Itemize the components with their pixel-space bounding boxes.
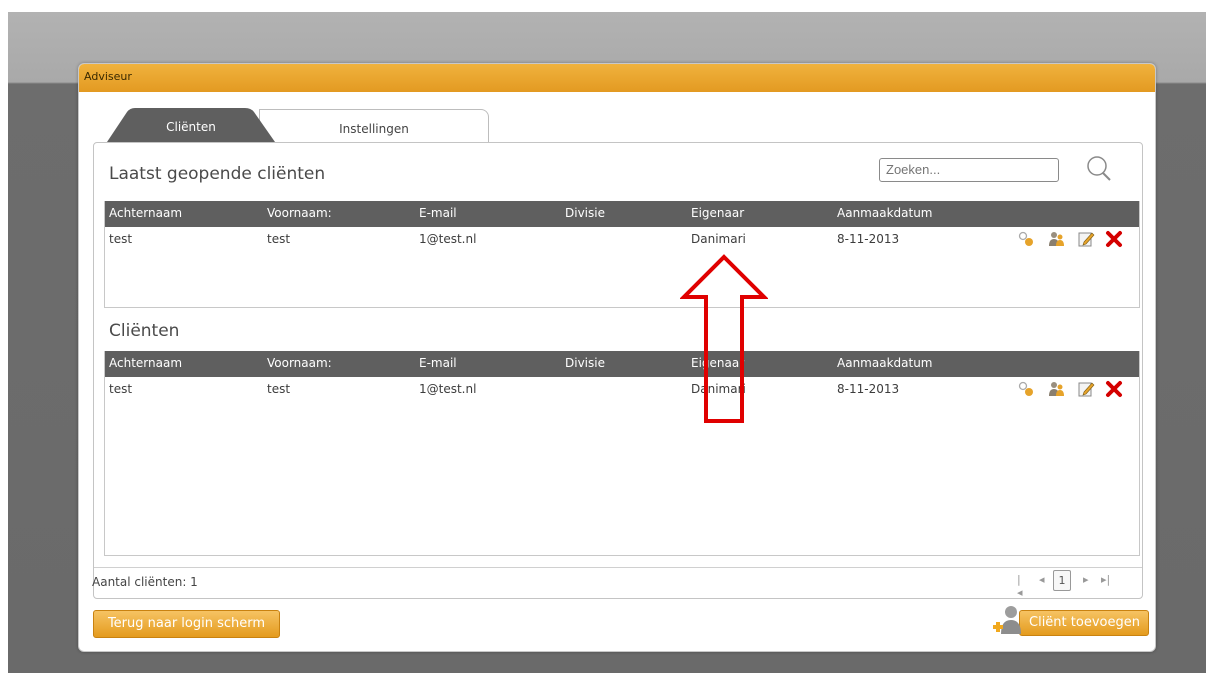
col-voornaam[interactable]: Voornaam: — [267, 356, 332, 370]
cell-email: 1@test.nl — [419, 232, 477, 246]
add-client-button[interactable]: Cliënt toevoegen — [989, 606, 1149, 636]
content-panel: Laatst geopende cliënten Achternaam Voor… — [93, 142, 1143, 599]
client-count: Aantal cliënten: 1 — [92, 575, 198, 589]
col-email[interactable]: E-mail — [419, 206, 457, 220]
add-client-label: Cliënt toevoegen — [1029, 615, 1140, 630]
col-divisie[interactable]: Divisie — [565, 206, 605, 220]
search-icon[interactable] — [1084, 155, 1114, 183]
window-title: Adviseur — [84, 70, 132, 83]
add-user-icon — [993, 606, 1021, 634]
key-icon[interactable] — [1017, 230, 1035, 248]
back-to-login-button[interactable]: Terug naar login scherm — [93, 610, 280, 638]
window-titlebar: Adviseur — [79, 64, 1155, 92]
pager-next-button[interactable]: ▸ — [1083, 573, 1089, 586]
annotation-arrow-up-icon — [680, 254, 768, 423]
grid-header: Achternaam Voornaam: E-mail Divisie Eige… — [105, 351, 1139, 377]
users-icon[interactable] — [1047, 230, 1065, 248]
cell-achternaam: test — [109, 382, 133, 396]
recent-clients-title: Laatst geopende cliënten — [109, 164, 326, 184]
col-aanmaakdatum[interactable]: Aanmaakdatum — [837, 356, 932, 370]
pager-last-button[interactable]: ▸| — [1101, 573, 1110, 586]
cell-voornaam: test — [267, 232, 291, 246]
delete-icon[interactable] — [1105, 380, 1123, 398]
edit-icon[interactable] — [1077, 380, 1095, 398]
clients-title: Cliënten — [109, 321, 180, 341]
col-achternaam[interactable]: Achternaam — [109, 206, 182, 220]
tab-instellingen[interactable]: Instellingen — [259, 109, 489, 143]
key-icon[interactable] — [1017, 380, 1035, 398]
grid-header: Achternaam Voornaam: E-mail Divisie Eige… — [105, 201, 1139, 227]
clients-grid: Achternaam Voornaam: E-mail Divisie Eige… — [104, 351, 1140, 556]
col-eigenaar[interactable]: Eigenaar — [691, 206, 744, 220]
pager-prev-button[interactable]: ◂ — [1039, 573, 1045, 586]
edit-icon[interactable] — [1077, 230, 1095, 248]
tab-clienten-label: Cliënten — [166, 120, 216, 134]
col-achternaam[interactable]: Achternaam — [109, 356, 182, 370]
pager-first-button[interactable]: |◂ — [1017, 573, 1023, 599]
col-divisie[interactable]: Divisie — [565, 356, 605, 370]
cell-achternaam: test — [109, 232, 133, 246]
search-input[interactable] — [879, 158, 1059, 182]
tab-clienten[interactable]: Cliënten — [107, 108, 275, 142]
users-icon[interactable] — [1047, 380, 1065, 398]
table-row[interactable]: test test 1@test.nl Danimari 8-11-2013 — [105, 227, 1139, 249]
delete-icon[interactable] — [1105, 230, 1123, 248]
cell-eigenaar: Danimari — [691, 232, 746, 246]
tab-bar: Instellingen Cliënten — [107, 108, 489, 143]
adviseur-window: Adviseur Instellingen Cliënten Laatst ge… — [78, 63, 1156, 652]
cell-email: 1@test.nl — [419, 382, 477, 396]
col-voornaam[interactable]: Voornaam: — [267, 206, 332, 220]
cell-aanmaakdatum: 8-11-2013 — [837, 382, 900, 396]
footer-divider — [94, 567, 1142, 568]
recent-clients-grid: Achternaam Voornaam: E-mail Divisie Eige… — [104, 201, 1140, 308]
col-email[interactable]: E-mail — [419, 356, 457, 370]
tab-instellingen-label: Instellingen — [339, 122, 409, 136]
cell-aanmaakdatum: 8-11-2013 — [837, 232, 900, 246]
col-aanmaakdatum[interactable]: Aanmaakdatum — [837, 206, 932, 220]
table-row[interactable]: test test 1@test.nl Danimari 8-11-2013 — [105, 377, 1139, 399]
pager-current-page[interactable]: 1 — [1053, 570, 1071, 591]
cell-voornaam: test — [267, 382, 291, 396]
